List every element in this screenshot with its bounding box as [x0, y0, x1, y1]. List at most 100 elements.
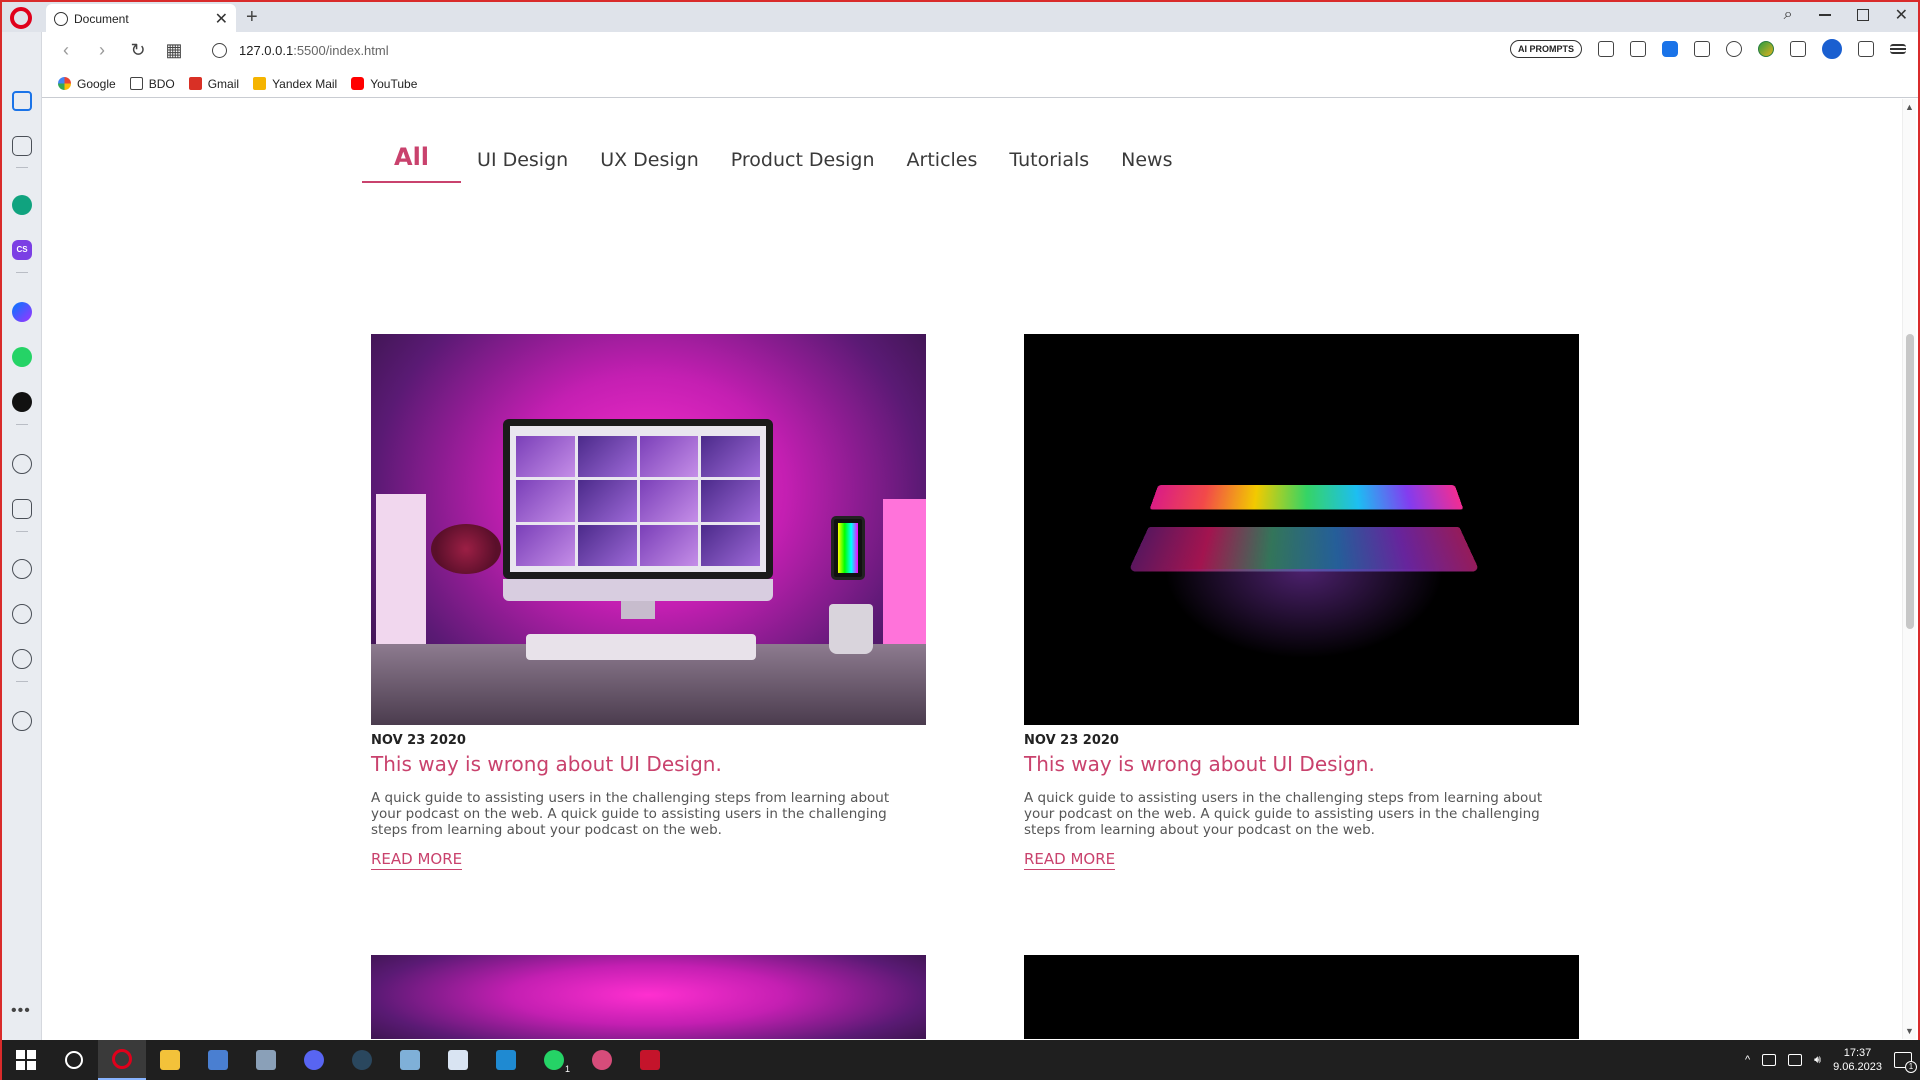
windows-taskbar: 1 ^ 🔊︎ 17:37 9.06.2023 1	[2, 1040, 1920, 1080]
folder-icon	[129, 77, 143, 90]
vscode-icon[interactable]	[482, 1040, 530, 1080]
tips-icon[interactable]	[12, 711, 32, 731]
card-date: NOV 23 2020	[1024, 733, 1119, 748]
site-info-icon[interactable]	[212, 42, 227, 58]
card-image-partial[interactable]	[371, 955, 926, 1039]
card-image-rgb-laptop[interactable]	[1024, 334, 1579, 725]
settings-icon[interactable]	[12, 649, 32, 669]
sidebar-more-icon[interactable]: •••	[11, 1002, 31, 1020]
filter-ux-design[interactable]: UX Design	[584, 149, 715, 183]
discord-icon[interactable]	[290, 1040, 338, 1080]
forward-icon[interactable]: ›	[90, 40, 114, 61]
filter-tutorials[interactable]: Tutorials	[993, 149, 1105, 183]
player-icon[interactable]	[12, 454, 32, 474]
ai-prompts-button[interactable]: AI PROMPTS	[1509, 40, 1582, 58]
messenger-icon[interactable]	[12, 302, 32, 322]
google-icon	[58, 77, 71, 90]
tab-grid-icon[interactable]: ▦	[162, 40, 186, 61]
card-image-partial[interactable]	[1024, 955, 1579, 1039]
bookmarks-bar: Google BDO Gmail Yandex Mail YouTube	[42, 70, 1918, 98]
video-editor-icon[interactable]	[626, 1040, 674, 1080]
clock[interactable]: 17:37 9.06.2023	[1833, 1046, 1882, 1074]
clock-date: 9.06.2023	[1833, 1061, 1882, 1073]
blog-card: NOV 23 2020 This way is wrong about UI D…	[371, 334, 926, 870]
scroll-up-icon[interactable]: ▲	[1905, 102, 1914, 112]
bookmark-google[interactable]: Google	[58, 77, 116, 91]
globe-icon	[54, 12, 68, 26]
menu-icon[interactable]	[1890, 44, 1906, 54]
notepad-icon[interactable]	[386, 1040, 434, 1080]
search-icon[interactable]	[50, 1040, 98, 1080]
reload-icon[interactable]: ↻	[126, 40, 150, 61]
whatsapp-taskbar-icon[interactable]: 1	[530, 1040, 578, 1080]
steam-icon[interactable]	[338, 1040, 386, 1080]
filter-ui-design[interactable]: UI Design	[461, 149, 584, 183]
history-icon[interactable]	[12, 604, 32, 624]
heart-icon[interactable]	[1726, 41, 1742, 57]
search-tabs-icon[interactable]: ⌕	[1784, 6, 1793, 24]
filter-product-design[interactable]: Product Design	[715, 149, 891, 183]
opera-logo-icon[interactable]	[10, 7, 32, 29]
tiktok-icon[interactable]	[12, 392, 32, 412]
bookmark-gmail[interactable]: Gmail	[188, 77, 239, 91]
download-icon[interactable]	[1858, 41, 1874, 57]
send-icon[interactable]	[1694, 41, 1710, 57]
read-more-link[interactable]: READ MORE	[371, 850, 463, 870]
card-title[interactable]: This way is wrong about UI Design.	[371, 752, 926, 776]
whatsapp-badge: 1	[564, 1064, 570, 1074]
network-icon[interactable]	[1788, 1054, 1803, 1066]
notification-center-icon[interactable]: 1	[1894, 1052, 1917, 1073]
clock-time: 17:37	[1843, 1047, 1872, 1059]
read-more-link[interactable]: READ MORE	[1024, 850, 1116, 870]
card-date: NOV 23 2020	[371, 733, 466, 748]
onedrive-icon[interactable]	[1762, 1054, 1777, 1066]
whatsapp-icon[interactable]	[12, 347, 32, 367]
close-tab-icon[interactable]: ✕	[215, 9, 228, 29]
scroll-down-icon[interactable]: ▼	[1905, 1026, 1914, 1036]
filter-articles[interactable]: Articles	[891, 149, 994, 183]
paint3d-icon[interactable]	[578, 1040, 626, 1080]
bookmark-star-icon[interactable]	[12, 136, 32, 156]
file-explorer-icon[interactable]	[146, 1040, 194, 1080]
page-scrollbar[interactable]: ▲ ▼	[1902, 99, 1916, 1039]
tab-document[interactable]: Document ✕	[46, 4, 236, 34]
chatgpt-icon[interactable]	[12, 195, 32, 215]
volume-icon[interactable]: 🔊︎	[1814, 1054, 1821, 1067]
card-title[interactable]: This way is wrong about UI Design.	[1024, 752, 1579, 776]
close-window-icon[interactable]: ✕	[1895, 5, 1908, 25]
cs-icon[interactable]: CS	[12, 240, 32, 260]
home-icon[interactable]	[12, 91, 32, 111]
card-description: A quick guide to assisting users in the …	[1024, 790, 1543, 838]
shield-icon[interactable]	[1662, 41, 1678, 57]
send-icon[interactable]	[12, 499, 32, 519]
profile-avatar-icon[interactable]	[1822, 39, 1842, 59]
scroll-thumb[interactable]	[1906, 334, 1914, 629]
tab-title: Document	[74, 12, 129, 26]
web-page: All UI Design UX Design Product Design A…	[42, 99, 1902, 1039]
bookmark-bdo[interactable]: BDO	[129, 77, 175, 91]
category-filters: All UI Design UX Design Product Design A…	[362, 143, 1188, 183]
card-description: A quick guide to assisting users in the …	[371, 790, 890, 838]
minimize-icon[interactable]	[1818, 14, 1831, 16]
photos-icon[interactable]	[242, 1040, 290, 1080]
back-icon[interactable]: ‹	[54, 40, 78, 61]
filter-all[interactable]: All	[362, 143, 462, 183]
heart-icon[interactable]	[12, 559, 32, 579]
bookmark-yandex-mail[interactable]: Yandex Mail	[253, 77, 337, 91]
new-tab-button[interactable]: +	[246, 6, 258, 29]
calculator-icon[interactable]	[194, 1040, 242, 1080]
opera-icon[interactable]	[98, 1040, 146, 1080]
camera-icon[interactable]	[1630, 41, 1646, 57]
url-field[interactable]: 127.0.0.1:5500/index.html	[239, 43, 389, 58]
edit-icon[interactable]	[1598, 41, 1614, 57]
extensions-cube-icon[interactable]	[1790, 41, 1806, 57]
card-image-pink-desk[interactable]	[371, 334, 926, 725]
tray-overflow-icon[interactable]: ^	[1745, 1054, 1750, 1066]
bookmark-youtube[interactable]: YouTube	[351, 77, 417, 91]
paint-icon[interactable]	[434, 1040, 482, 1080]
vpn-icon[interactable]	[1758, 41, 1774, 57]
restore-icon[interactable]	[1856, 9, 1869, 21]
windows-start-icon[interactable]	[2, 1040, 50, 1080]
system-tray: ^ 🔊︎ 17:37 9.06.2023 1	[1745, 1040, 1920, 1080]
filter-news[interactable]: News	[1105, 149, 1188, 183]
